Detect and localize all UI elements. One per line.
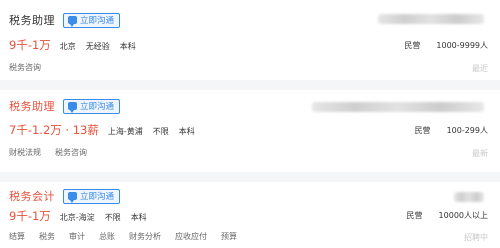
company-size: 10000人以上 bbox=[438, 211, 488, 220]
job-tag: 税务咨询 bbox=[9, 63, 41, 72]
chat-now-label: 立即沟通 bbox=[80, 16, 115, 26]
job-tag: 财务分析 bbox=[129, 232, 161, 241]
active-status: 最新 bbox=[472, 149, 488, 158]
job-tags: 税务咨询 bbox=[9, 62, 55, 73]
job-card[interactable]: 税务助理 立即沟通 7千-1.2万 · 13薪 上海-黄浦 不限 本科 民营 1… bbox=[0, 90, 500, 172]
job-title-row: 税务会计 立即沟通 bbox=[9, 188, 121, 204]
salary: 7千-1.2万 · 13薪 bbox=[9, 123, 99, 137]
company-type: 民营 bbox=[406, 211, 423, 220]
salary: 9千-1万 bbox=[9, 209, 51, 223]
job-tags: 结算 税务 审计 总账 财务分析 应收应付 预算 bbox=[9, 231, 251, 242]
job-title-row: 税务助理 立即沟通 bbox=[9, 12, 121, 28]
active-status: 招聘中 bbox=[464, 233, 488, 242]
job-info-row: 9千-1万 北京 无经验 本科 bbox=[9, 37, 146, 53]
chat-bubble-icon bbox=[68, 192, 77, 203]
job-tags: 财税法规 税务咨询 bbox=[9, 147, 101, 158]
company-meta: 民营 100-299人 bbox=[415, 125, 488, 136]
job-title-row: 税务助理 立即沟通 bbox=[9, 98, 121, 114]
company-meta: 民营 1000-9999人 bbox=[404, 40, 488, 51]
salary: 9千-1万 bbox=[9, 38, 51, 52]
job-tag: 应收应付 bbox=[175, 232, 207, 241]
company-size: 100-299人 bbox=[446, 126, 488, 135]
job-title[interactable]: 税务会计 bbox=[9, 188, 55, 204]
job-tag: 税务 bbox=[39, 232, 55, 241]
job-tag: 预算 bbox=[221, 232, 237, 241]
company-name-blurred[interactable] bbox=[454, 192, 484, 202]
education: 本科 bbox=[130, 213, 147, 222]
job-title[interactable]: 税务助理 bbox=[9, 98, 55, 114]
chat-now-button[interactable]: 立即沟通 bbox=[63, 188, 121, 204]
active-status: 最近 bbox=[472, 64, 488, 73]
experience: 不限 bbox=[104, 213, 121, 222]
location: 上海-黄浦 bbox=[107, 127, 143, 136]
company-size: 1000-9999人 bbox=[436, 41, 488, 50]
job-info-row: 7千-1.2万 · 13薪 上海-黄浦 不限 本科 bbox=[9, 122, 205, 138]
chat-bubble-icon bbox=[68, 16, 77, 27]
job-tag: 审计 bbox=[69, 232, 85, 241]
chat-now-label: 立即沟通 bbox=[80, 102, 115, 112]
job-tag: 财税法规 bbox=[9, 148, 41, 157]
education: 本科 bbox=[178, 127, 195, 136]
experience: 无经验 bbox=[85, 42, 110, 51]
chat-now-label: 立即沟通 bbox=[80, 192, 115, 202]
job-card[interactable]: 税务助理 立即沟通 9千-1万 北京 无经验 本科 民营 1000-9999人 … bbox=[0, 0, 500, 80]
company-name-blurred[interactable] bbox=[378, 14, 484, 24]
job-tag: 税务咨询 bbox=[55, 148, 87, 157]
location: 北京 bbox=[59, 42, 76, 51]
job-card[interactable]: 税务会计 立即沟通 9千-1万 北京-海淀 不限 本科 民营 10000人以上 … bbox=[0, 182, 500, 248]
job-info-row: 9千-1万 北京-海淀 不限 本科 bbox=[9, 208, 157, 224]
company-name-blurred[interactable] bbox=[312, 102, 484, 112]
company-meta: 民营 10000人以上 bbox=[407, 210, 488, 221]
company-type: 民营 bbox=[404, 41, 421, 50]
job-tag: 结算 bbox=[9, 232, 25, 241]
experience: 不限 bbox=[152, 127, 169, 136]
chat-now-button[interactable]: 立即沟通 bbox=[63, 12, 121, 28]
job-title[interactable]: 税务助理 bbox=[9, 12, 55, 28]
education: 本科 bbox=[119, 42, 136, 51]
location: 北京-海淀 bbox=[59, 213, 95, 222]
chat-now-button[interactable]: 立即沟通 bbox=[63, 98, 121, 114]
chat-bubble-icon bbox=[68, 102, 77, 113]
company-type: 民营 bbox=[414, 126, 431, 135]
job-tag: 总账 bbox=[99, 232, 115, 241]
